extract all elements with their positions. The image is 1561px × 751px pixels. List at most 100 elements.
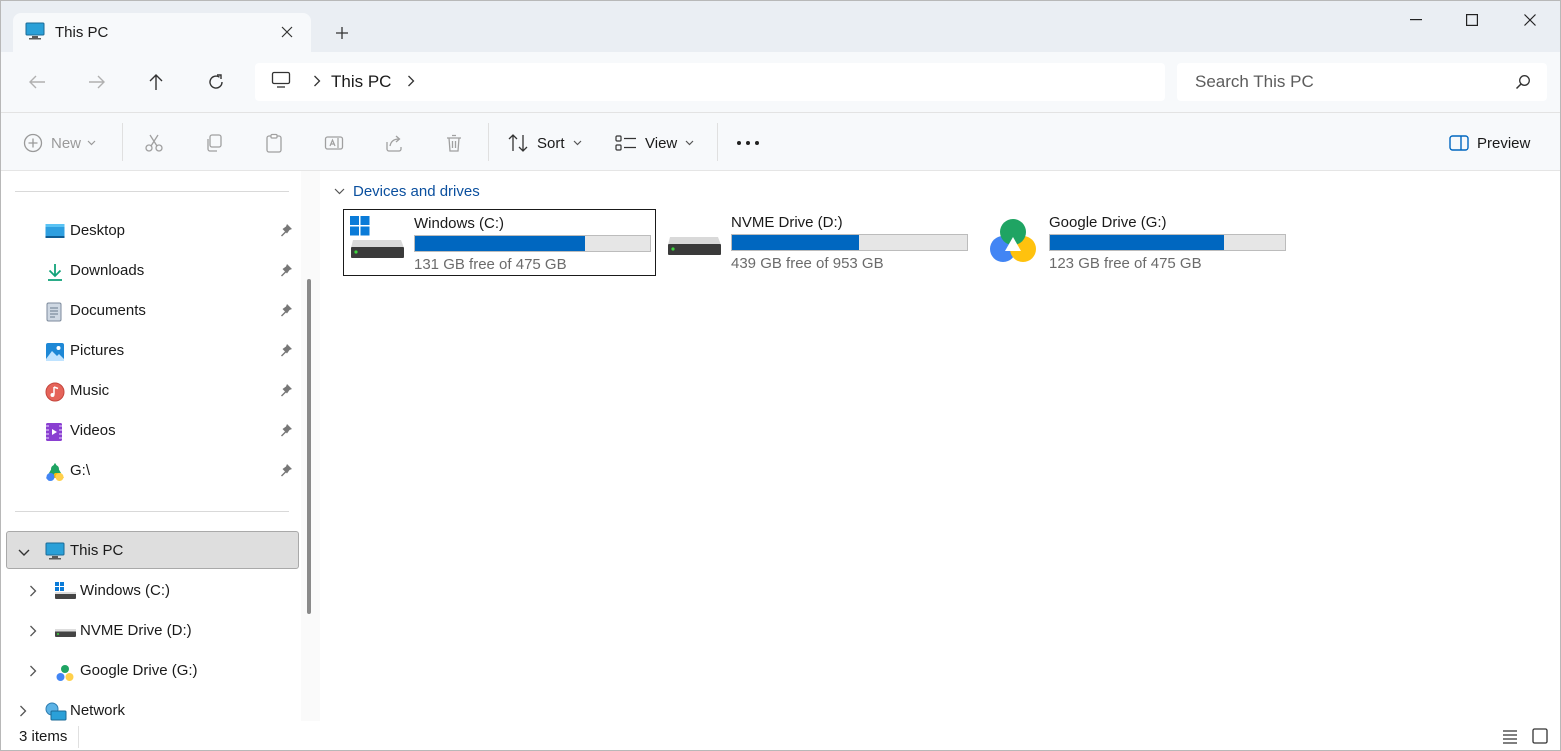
chevron-right-icon[interactable]	[19, 704, 27, 721]
drive-name: Google Drive (G:)	[1049, 214, 1167, 231]
navigation-pane: Desktop Downloads Documents Pictures Mus…	[1, 171, 320, 721]
sidebar-item-nvme-d[interactable]: NVME Drive (D:)	[1, 612, 301, 650]
new-tab-button[interactable]	[326, 17, 358, 49]
minimize-icon	[1410, 19, 1422, 21]
cut-button[interactable]	[144, 127, 164, 159]
search-icon	[1515, 74, 1531, 94]
back-button[interactable]	[19, 66, 55, 98]
sidebar-item-windows-c[interactable]: Windows (C:)	[1, 572, 301, 610]
chevron-right-icon[interactable]	[407, 74, 415, 91]
tab-this-pc[interactable]: This PC	[13, 13, 311, 52]
drive-name: NVME Drive (D:)	[731, 214, 843, 231]
chevron-down-icon[interactable]	[18, 544, 30, 561]
drive-tile-google-drive-g[interactable]: Google Drive (G:) 123 GB free of 475 GB	[979, 209, 1292, 276]
preview-button[interactable]: Preview	[1449, 127, 1530, 159]
sidebar-item-this-pc[interactable]: This PC	[6, 531, 299, 569]
copy-button[interactable]	[204, 127, 224, 159]
close-tab-icon[interactable]	[277, 22, 297, 42]
list-view-icon	[1503, 730, 1517, 744]
sidebar-item-videos[interactable]: Videos	[1, 412, 301, 450]
group-label: Devices and drives	[353, 183, 480, 200]
sidebar-item-documents[interactable]: Documents	[1, 292, 301, 330]
sidebar-item-music[interactable]: Music	[1, 372, 301, 410]
sidebar-item-label: Desktop	[70, 222, 126, 239]
forward-button[interactable]	[79, 66, 115, 98]
sort-label: Sort	[537, 134, 565, 152]
drive-usage-fill	[415, 236, 586, 251]
sidebar-item-label: Documents	[70, 302, 146, 319]
search-placeholder: Search This PC	[1195, 72, 1314, 91]
drive-usage-bar	[731, 234, 968, 251]
preview-pane-icon	[1449, 135, 1469, 151]
navigation-bar: This PC Search This PC	[1, 52, 1560, 113]
download-icon	[45, 262, 65, 282]
chevron-right-icon[interactable]	[29, 664, 37, 681]
sidebar-scrollbar-thumb[interactable]	[307, 279, 311, 614]
more-options-button[interactable]	[736, 127, 760, 159]
sidebar-item-desktop[interactable]: Desktop	[1, 212, 301, 250]
chevron-down-icon	[87, 140, 96, 146]
maximize-button[interactable]	[1443, 1, 1501, 39]
rename-button[interactable]	[324, 127, 344, 159]
separator	[122, 123, 123, 161]
music-icon	[45, 382, 65, 402]
drive-free-space: 131 GB free of 475 GB	[414, 256, 567, 273]
desktop-icon	[45, 222, 65, 242]
refresh-button[interactable]	[198, 66, 234, 98]
drive-usage-fill	[1050, 235, 1225, 250]
drive-free-space: 123 GB free of 475 GB	[1049, 255, 1202, 272]
close-button[interactable]	[1501, 1, 1559, 39]
google-drive-icon	[55, 662, 75, 682]
pin-icon[interactable]	[279, 343, 293, 361]
search-input[interactable]: Search This PC	[1177, 63, 1547, 101]
pin-icon[interactable]	[279, 463, 293, 481]
refresh-icon	[209, 74, 223, 89]
minimize-button[interactable]	[1387, 1, 1445, 39]
address-bar[interactable]: This PC	[255, 63, 1165, 101]
drive-usage-bar	[1049, 234, 1286, 251]
pin-icon[interactable]	[279, 263, 293, 281]
pin-icon[interactable]	[279, 303, 293, 321]
group-header-devices[interactable]: Devices and drives	[334, 183, 480, 200]
drive-icon	[55, 622, 76, 642]
details-view-button[interactable]	[1501, 727, 1519, 745]
maximize-icon	[1466, 14, 1478, 26]
sort-button[interactable]: Sort	[507, 127, 582, 159]
tiles-view-button[interactable]	[1531, 727, 1549, 745]
drive-tile-nvme-d[interactable]: NVME Drive (D:) 439 GB free of 953 GB	[661, 209, 974, 276]
sidebar-item-downloads[interactable]: Downloads	[1, 252, 301, 290]
chevron-down-icon	[573, 140, 581, 146]
pin-icon[interactable]	[279, 383, 293, 401]
sidebar-item-pictures[interactable]: Pictures	[1, 332, 301, 370]
pin-icon[interactable]	[279, 423, 293, 441]
sidebar-item-g-drive[interactable]: G:\	[1, 452, 301, 490]
sidebar-item-google-drive-g[interactable]: Google Drive (G:)	[1, 652, 301, 690]
chevron-right-icon[interactable]	[313, 74, 321, 91]
chevron-down-icon	[334, 188, 345, 195]
pictures-icon	[45, 342, 65, 362]
chevron-right-icon[interactable]	[29, 624, 37, 641]
drive-tile-windows-c[interactable]: Windows (C:) 131 GB free of 475 GB	[343, 209, 656, 276]
share-button[interactable]	[384, 127, 404, 159]
clipboard-icon	[266, 133, 282, 153]
google-drive-icon	[45, 462, 65, 482]
delete-button[interactable]	[444, 127, 464, 159]
share-icon	[386, 135, 402, 152]
up-button[interactable]	[138, 66, 174, 98]
view-button[interactable]: View	[615, 127, 694, 159]
divider	[15, 511, 289, 512]
arrow-left-icon	[29, 75, 45, 89]
breadcrumb-this-pc[interactable]: This PC	[331, 72, 391, 92]
trash-icon	[447, 134, 461, 152]
drive-free-space: 439 GB free of 953 GB	[731, 255, 884, 272]
arrow-right-icon	[89, 75, 105, 89]
close-icon	[1524, 14, 1536, 26]
more-icon	[737, 141, 759, 145]
new-button[interactable]: New	[23, 127, 96, 159]
chevron-down-icon	[685, 140, 694, 146]
scissors-icon	[145, 134, 163, 152]
pin-icon[interactable]	[279, 223, 293, 241]
sidebar-item-network[interactable]: Network	[1, 692, 301, 721]
chevron-right-icon[interactable]	[29, 584, 37, 601]
paste-button[interactable]	[264, 127, 284, 159]
